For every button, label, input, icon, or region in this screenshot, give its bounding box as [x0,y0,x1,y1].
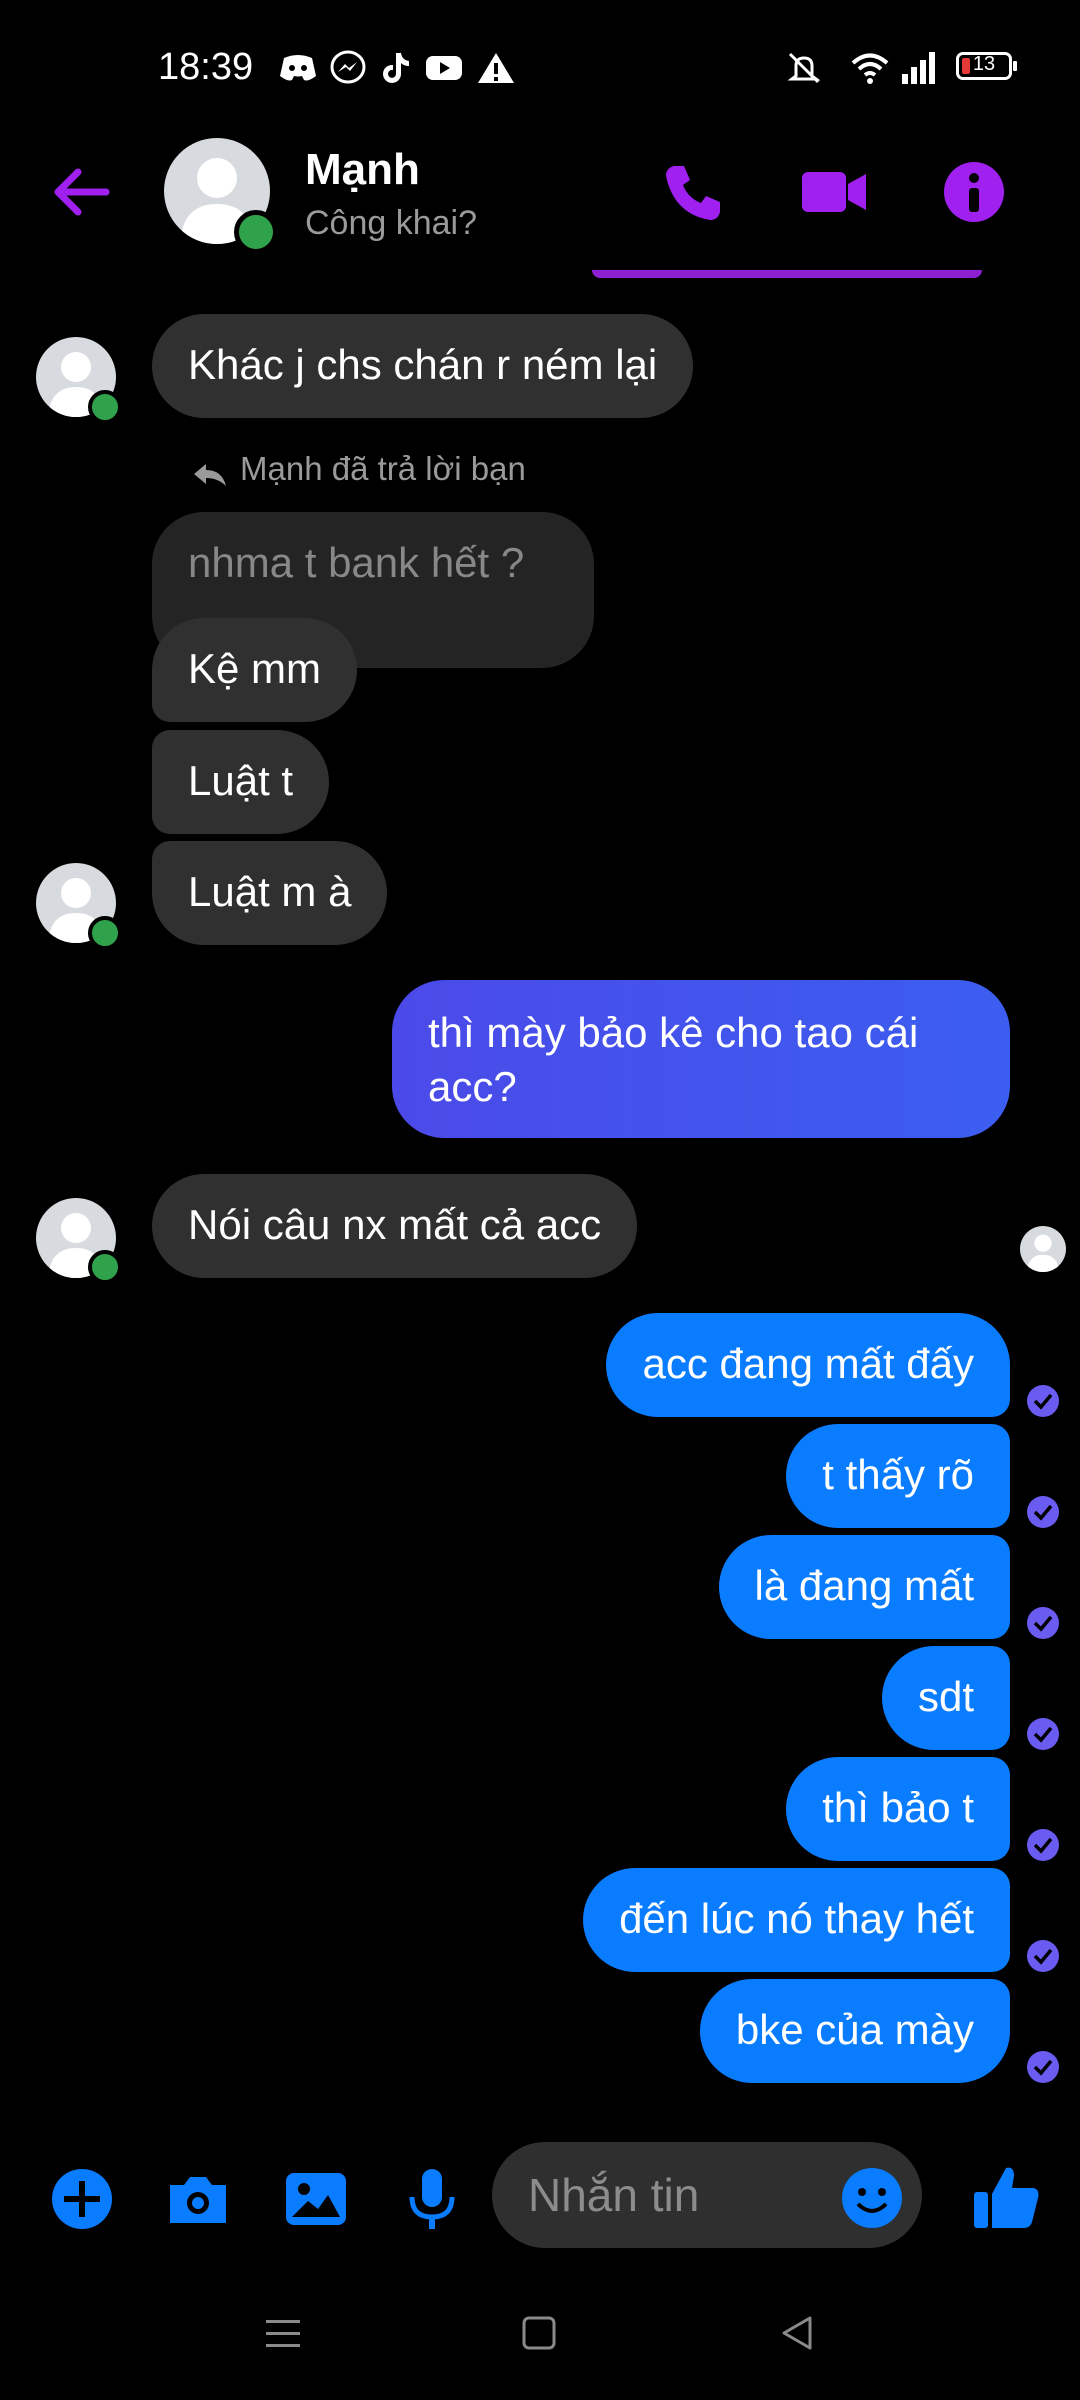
message-bubble[interactable]: thì mày bảo kê cho tao cái acc? [392,980,1010,1138]
online-indicator [88,390,122,424]
contact-name[interactable]: Mạnh [305,145,420,195]
message-bubble[interactable]: t thấy rõ [786,1424,1010,1528]
mute-icon [787,52,821,84]
phone-icon[interactable] [660,158,728,226]
add-icon[interactable] [48,2165,116,2233]
message-bubble[interactable]: Nói câu nx mất cả acc [152,1174,638,1278]
back-arrow-icon[interactable] [50,160,114,224]
message-bubble[interactable]: bke của mày [699,1979,1010,2083]
discord-icon [280,55,316,81]
delivered-check-icon [1027,1607,1059,1639]
message-bubble[interactable]: thì bảo t [786,1757,1010,1861]
home-icon[interactable] [514,2308,564,2358]
person-icon [1026,1234,1060,1272]
delivered-check-icon [1027,1496,1059,1528]
message-bubble[interactable]: sdt [881,1646,1010,1750]
tiktok-icon [383,53,409,83]
delivered-check-icon [1027,1940,1059,1972]
online-indicator [88,1250,122,1284]
signal-icon [902,52,935,84]
message-bubble[interactable]: Luật t [152,730,330,834]
online-indicator [88,916,122,950]
info-icon[interactable] [940,158,1008,226]
warning-icon [478,53,514,83]
microphone-icon[interactable] [398,2165,466,2233]
thumbs-up-icon[interactable] [970,2160,1044,2234]
delivered-check-icon [1027,2051,1059,2083]
seen-avatar [1020,1226,1066,1272]
battery-icon: 13 [956,52,1017,80]
message-bubble[interactable]: Khác j chs chán r ném lại [152,314,694,418]
delivered-check-icon [1027,1718,1059,1750]
emoji-icon[interactable] [838,2164,906,2232]
message-bubble[interactable]: acc đang mất đấy [606,1313,1010,1417]
scroll-edge-bar [592,270,982,278]
back-icon[interactable] [772,2308,822,2358]
camera-icon[interactable] [164,2165,232,2233]
wifi-icon [851,53,889,84]
gallery-icon[interactable] [282,2165,350,2233]
youtube-icon [426,56,462,80]
delivered-check-icon [1027,1829,1059,1861]
battery-level: 13 [972,53,996,75]
reply-arrow-icon [194,464,226,486]
message-bubble[interactable]: là đang mất [718,1535,1010,1639]
reply-note: Mạnh đã trả lời bạn [240,450,526,487]
status-time: 18:39 [158,46,254,88]
delivered-check-icon [1027,1385,1059,1417]
message-bubble[interactable]: Luật m à [152,841,388,945]
messenger-icon [330,50,366,84]
menu-icon[interactable] [258,2308,308,2358]
message-bubble[interactable]: đến lúc nó thay hết [583,1868,1010,1972]
message-bubble[interactable]: Kệ mm [152,618,358,722]
video-camera-icon[interactable] [800,158,868,226]
online-indicator [234,210,278,254]
contact-subtitle: Công khai? [305,204,478,242]
